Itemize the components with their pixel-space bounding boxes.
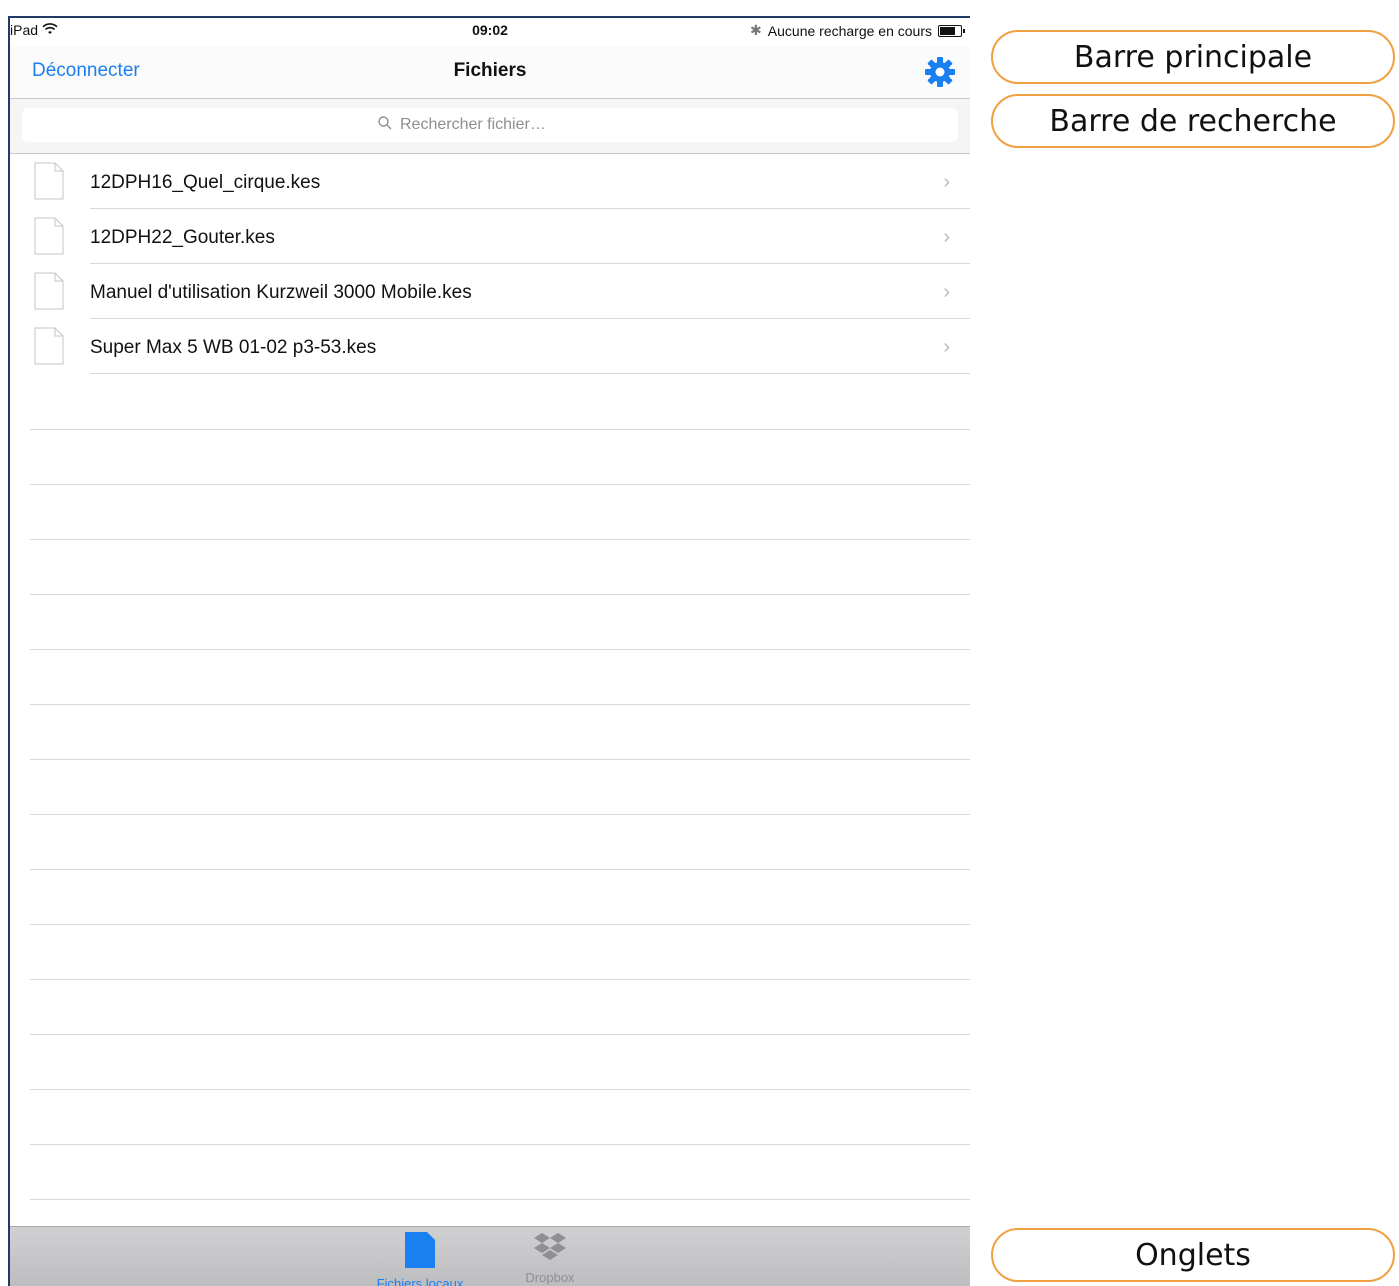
document-icon	[34, 272, 64, 310]
file-row[interactable]: 12DPH16_Quel_cirque.kes ›	[10, 154, 970, 209]
search-box[interactable]	[22, 108, 958, 142]
divider	[90, 373, 970, 374]
search-bar	[10, 99, 970, 154]
gear-icon[interactable]	[924, 56, 956, 88]
empty-row-divider	[30, 594, 970, 595]
battery-fill	[940, 26, 955, 35]
chevron-right-icon: ›	[943, 226, 950, 248]
tab-label: Dropbox	[525, 1270, 575, 1285]
document-icon	[34, 217, 64, 255]
document-icon	[370, 1231, 470, 1274]
annotation-main-bar: Barre principale	[991, 30, 1395, 84]
empty-row-divider	[30, 704, 970, 705]
chevron-right-icon: ›	[943, 281, 950, 303]
empty-row-divider	[30, 759, 970, 760]
status-right: ✱ Aucune recharge en cours	[750, 22, 965, 39]
empty-row-divider	[30, 979, 970, 980]
page-title: Fichiers	[453, 60, 527, 81]
file-row[interactable]: 12DPH22_Gouter.kes ›	[10, 209, 970, 264]
main-bar: Déconnecter Fichiers	[10, 46, 970, 99]
bluetooth-icon: ✱	[750, 22, 762, 38]
document-icon	[34, 162, 64, 200]
empty-row-divider	[30, 429, 970, 430]
tab-dropbox[interactable]: Dropbox	[500, 1231, 600, 1285]
empty-row-divider	[30, 1034, 970, 1035]
file-name: Manuel d'utilisation Kurzweil 3000 Mobil…	[90, 282, 472, 303]
empty-row-divider	[30, 924, 970, 925]
file-row[interactable]: Super Max 5 WB 01-02 p3-53.kes ›	[10, 319, 970, 374]
file-row[interactable]: Manuel d'utilisation Kurzweil 3000 Mobil…	[10, 264, 970, 319]
empty-row-divider	[30, 539, 970, 540]
file-list: 12DPH16_Quel_cirque.kes › 12DPH22_Gouter…	[10, 154, 970, 374]
empty-row-divider	[30, 649, 970, 650]
empty-row-divider	[30, 484, 970, 485]
battery-icon	[938, 24, 965, 37]
tab-bar: Fichiers locaux Dropbox	[10, 1226, 970, 1286]
empty-row-divider	[30, 1089, 970, 1090]
chevron-right-icon: ›	[943, 171, 950, 193]
search-input[interactable]	[398, 115, 602, 135]
chevron-right-icon: ›	[943, 336, 950, 358]
empty-row-divider	[30, 814, 970, 815]
empty-row-divider	[30, 1144, 970, 1145]
file-name: Super Max 5 WB 01-02 p3-53.kes	[90, 337, 377, 358]
tab-local-files[interactable]: Fichiers locaux	[370, 1231, 470, 1286]
tab-label: Fichiers locaux	[376, 1276, 464, 1286]
file-name: 12DPH22_Gouter.kes	[90, 227, 275, 248]
document-icon	[34, 327, 64, 365]
dropbox-icon	[500, 1231, 600, 1268]
annotation-search-bar: Barre de recherche	[991, 94, 1395, 148]
ipad-screen: iPad 09:02 ✱ Aucune recharge en cours Dé…	[8, 16, 970, 1286]
empty-row-divider	[30, 869, 970, 870]
search-icon	[378, 115, 392, 135]
file-name: 12DPH16_Quel_cirque.kes	[90, 172, 321, 193]
annotation-tabs: Onglets	[991, 1228, 1395, 1282]
charging-status: Aucune recharge en cours	[767, 22, 932, 39]
status-bar: iPad 09:02 ✱ Aucune recharge en cours	[10, 18, 970, 46]
empty-row-divider	[30, 1199, 970, 1200]
